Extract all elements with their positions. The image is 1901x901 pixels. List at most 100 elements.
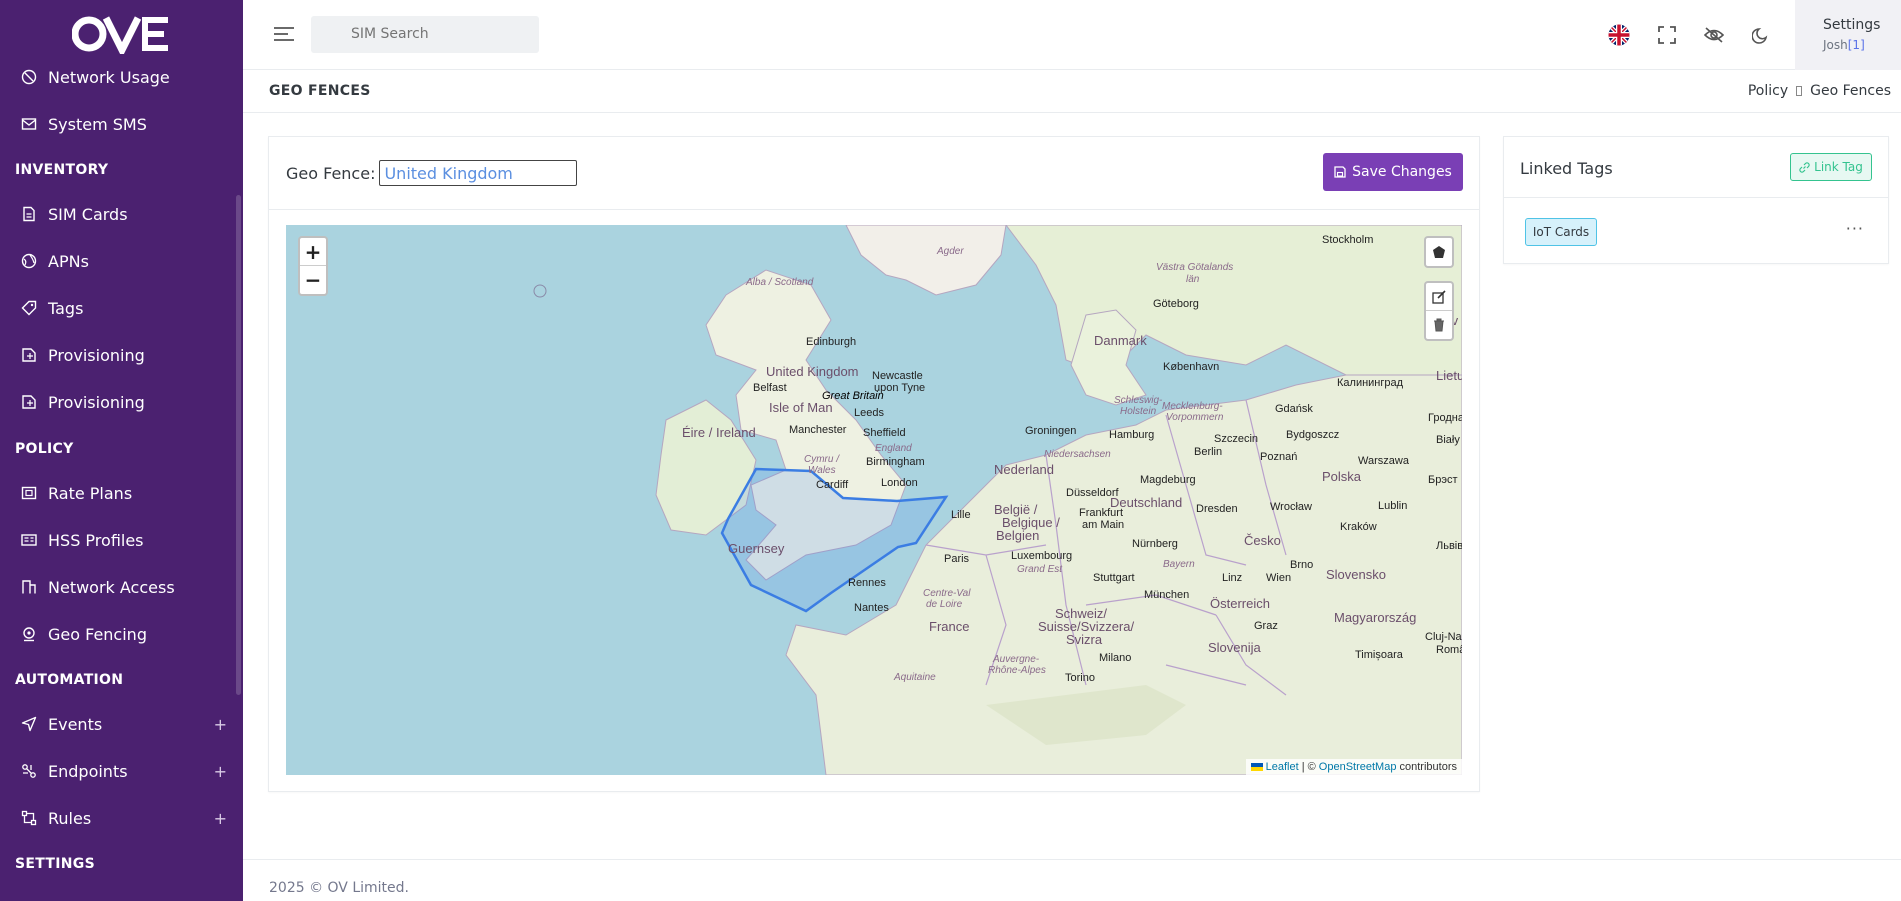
map-label: Luxembourg: [1011, 550, 1073, 562]
topbar: Settings Josh[1]: [243, 0, 1901, 70]
uk-flag-icon[interactable]: [1608, 24, 1630, 46]
link-tag-button[interactable]: Link Tag: [1790, 153, 1872, 181]
map-label: Slovensko: [1326, 567, 1386, 582]
osm-link[interactable]: OpenStreetMap: [1319, 761, 1397, 773]
expand-plus-icon[interactable]: +: [214, 762, 227, 781]
map-label: Österreich: [1210, 596, 1270, 611]
sidebar-item-network-usage[interactable]: Network Usage: [0, 57, 243, 97]
map-label: Szczecin: [1214, 433, 1259, 445]
map-label: United Kingdom: [766, 364, 859, 379]
sidebar-item-endpoints[interactable]: Endpoints +: [0, 751, 243, 791]
sidebar-item-events[interactable]: Events +: [0, 704, 243, 744]
sidebar-item-label: Provisioning: [48, 345, 145, 365]
menu-toggle-icon[interactable]: [273, 24, 295, 44]
card-divider: [1504, 197, 1888, 198]
breadcrumb: Policy Geo Fences: [1748, 83, 1891, 99]
user-name: Josh[1]: [1823, 38, 1901, 52]
sidebar-item-label: Events: [48, 714, 103, 734]
map-label: Mecklenburg-: [1162, 401, 1223, 412]
leaflet-link[interactable]: Leaflet: [1266, 761, 1299, 773]
sidebar-item-label: Geo Fencing: [48, 624, 147, 644]
delete-layers-icon[interactable]: [1426, 311, 1452, 339]
sidebar-item-network-access[interactable]: Network Access: [0, 567, 243, 607]
map-label: Stockholm: [1322, 234, 1374, 246]
save-changes-button[interactable]: Save Changes: [1323, 153, 1463, 191]
user-id: [1]: [1847, 38, 1865, 52]
edit-layers-icon[interactable]: [1426, 283, 1452, 311]
map-label: län: [1186, 274, 1200, 285]
fullscreen-icon[interactable]: [1656, 24, 1678, 46]
sim-card-icon: [20, 205, 38, 223]
map-label: Poznań: [1260, 451, 1298, 463]
map-label: Cymru /: [804, 454, 839, 465]
sidebar: Network Usage System SMS INVENTORY SIM C…: [0, 0, 243, 901]
footer-copyright: 2025 © OV Limited.: [269, 880, 409, 896]
map-label: Česko: [1244, 533, 1281, 548]
expand-plus-icon[interactable]: +: [214, 715, 227, 734]
geo-fence-map[interactable]: Agder Stockholm Västra Götalands län Alb…: [286, 225, 1462, 775]
map-attribution: Leaflet | © OpenStreetMap contributors: [1245, 759, 1462, 775]
sidebar-item-rate-plans[interactable]: Rate Plans: [0, 473, 243, 513]
draw-polygon-icon[interactable]: [1426, 238, 1452, 266]
sidebar-item-provisioning[interactable]: Provisioning: [0, 335, 243, 375]
map-label: Brno: [1290, 559, 1314, 571]
sidebar-item-label: HSS Profiles: [48, 530, 144, 550]
user-settings-menu[interactable]: Settings Josh[1]: [1795, 0, 1901, 70]
map-label: Schleswig-: [1114, 395, 1163, 406]
map-label: Львів: [1436, 540, 1462, 552]
map-label: Rennes: [848, 577, 886, 589]
map-label: Västra Götalands: [1156, 262, 1234, 273]
map-label: Manchester: [789, 424, 847, 436]
rate-plan-icon: [20, 484, 38, 502]
tag-chip[interactable]: IoT Cards: [1525, 218, 1597, 246]
breadcrumb-policy[interactable]: Policy: [1748, 83, 1788, 99]
map-label: Paris: [944, 553, 970, 565]
map-label: Graz: [1254, 620, 1278, 632]
map-label: Svizra: [1066, 632, 1103, 647]
linked-tags-card: Linked Tags Link Tag IoT Cards ···: [1503, 136, 1889, 264]
map-label: am Main: [1082, 519, 1125, 531]
sidebar-item-rules[interactable]: Rules +: [0, 798, 243, 838]
zoom-in-button[interactable]: +: [300, 238, 326, 266]
sidebar-item-system-sms[interactable]: System SMS: [0, 104, 243, 144]
map-label: Slovenija: [1208, 640, 1261, 655]
geo-fence-name-input[interactable]: [379, 160, 578, 186]
moon-icon[interactable]: [1750, 24, 1772, 46]
sidebar-item-apns[interactable]: APNs: [0, 241, 243, 281]
sidebar-item-label: Endpoints: [48, 761, 128, 781]
sidebar-item-label: Tags: [48, 298, 84, 318]
map-label: München: [1144, 589, 1190, 601]
map-label: Nantes: [854, 602, 889, 614]
eye-off-icon[interactable]: [1703, 24, 1725, 46]
user-name-text: Josh: [1823, 38, 1848, 52]
nav-header-automation: AUTOMATION: [15, 672, 124, 688]
map-label: Timișoara: [1355, 649, 1403, 661]
sim-search-input[interactable]: [311, 16, 539, 53]
map-label: de Loire: [926, 599, 963, 610]
map-label: Româ: [1436, 644, 1462, 656]
map-label: Wrocław: [1270, 501, 1312, 513]
map-label: Éire / Ireland: [682, 425, 756, 440]
attribution-contributors: contributors: [1399, 761, 1457, 773]
provisioning-icon: [20, 393, 38, 411]
sidebar-item-sim-cards[interactable]: SIM Cards: [0, 194, 243, 234]
sidebar-item-label: SIM Cards: [48, 204, 128, 224]
map-label: Alba / Scotland: [746, 277, 814, 288]
sidebar-item-provisioning-2[interactable]: Provisioning: [0, 382, 243, 422]
sidebar-item-geo-fencing[interactable]: Geo Fencing: [0, 614, 243, 654]
logo-graphic: [71, 16, 168, 54]
map-label: Danmark: [1094, 333, 1147, 348]
sidebar-item-hss-profiles[interactable]: HSS Profiles: [0, 520, 243, 560]
expand-plus-icon[interactable]: +: [214, 809, 227, 828]
map-label: Vorpommern: [1166, 412, 1224, 423]
map-label: Newcastle: [872, 370, 923, 382]
more-options-icon[interactable]: ···: [1846, 219, 1864, 238]
breadcrumb-separator-icon: [1796, 86, 1803, 96]
map-label: Nederland: [994, 462, 1054, 477]
tag-icon: [20, 299, 38, 317]
sidebar-item-label: Provisioning: [48, 392, 145, 412]
map-label: Cluj-Nap: [1425, 631, 1462, 643]
zoom-out-button[interactable]: −: [300, 266, 326, 294]
id-card-icon: [20, 531, 38, 549]
sidebar-item-tags[interactable]: Tags: [0, 288, 243, 328]
